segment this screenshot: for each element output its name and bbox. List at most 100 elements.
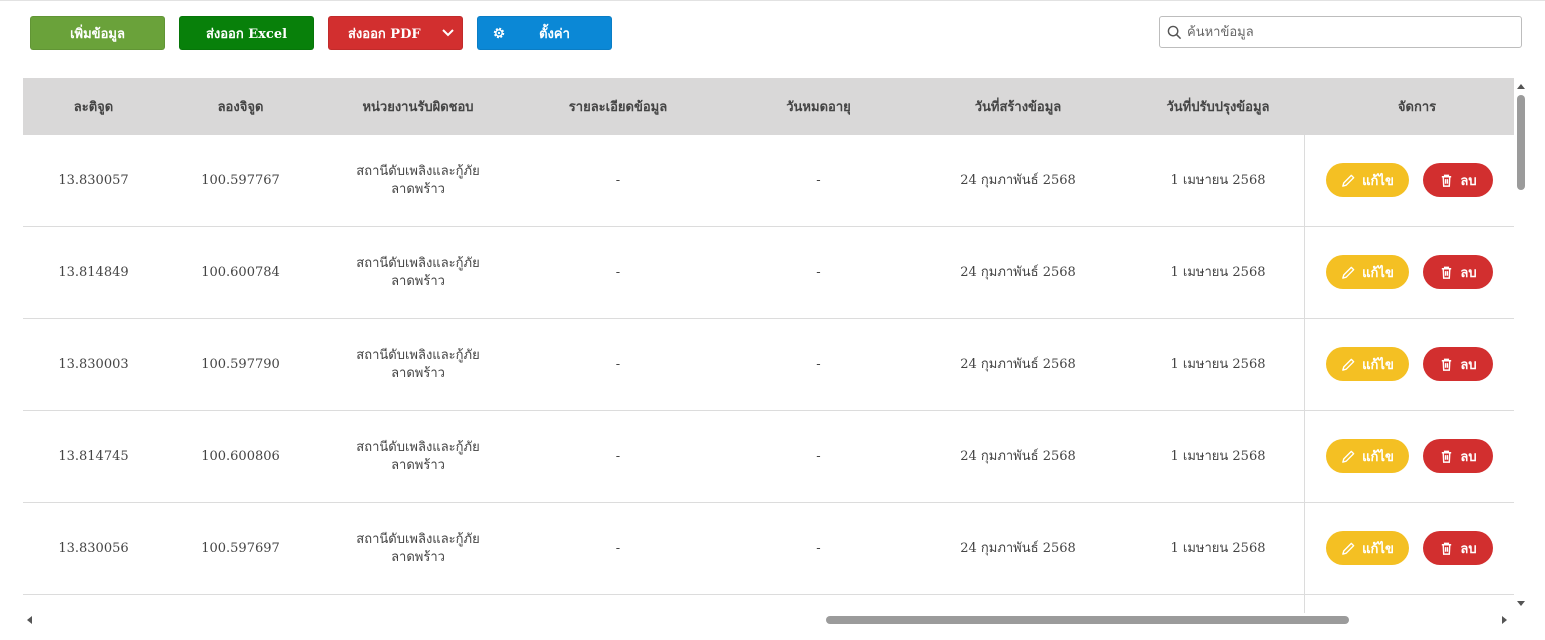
edit-button[interactable]: แก้ไข [1326,439,1409,473]
updated-date-cell: 1 เมษายน 2568 [1170,172,1266,188]
unit-line: สถานีดับเพลิงและกู้ภัย [356,255,480,271]
delete-button[interactable]: ลบ [1423,531,1493,565]
unit-line: สถานีดับเพลิงและกู้ภัย [356,163,480,179]
header-expire-date[interactable]: วันหมดอายุ [717,78,920,135]
header-longitude[interactable]: ลองจิจูด [164,78,317,135]
responsible-unit-cell: สถานีดับเพลิงและกู้ภัย ลาดพร้าว [317,411,519,502]
unit-line: ลาดพร้าว [391,181,445,197]
edit-button[interactable]: แก้ไข [1326,163,1409,197]
unit-line: ลาดพร้าว [391,457,445,473]
vertical-scrollbar[interactable] [1514,78,1528,613]
trash-icon [1442,174,1452,187]
settings-label: ตั้งค่า [539,26,570,42]
longitude-cell: 100.597790 [201,356,280,372]
delete-button[interactable]: ลบ [1423,255,1493,289]
edit-label: แก้ไข [1362,265,1394,281]
unit-line: ลาดพร้าว [391,549,445,565]
details-cell: - [615,172,621,188]
toolbar: เพิ่มข้อมูล ส่งออก Excel ส่งออก PDF ตั้ง… [0,0,1545,60]
delete-button[interactable]: ลบ [1423,439,1493,473]
table-row: 13.830056 100.597697 สถานีดับเพลิงและกู้… [23,503,1514,595]
header-latitude[interactable]: ละติจูด [23,78,164,135]
created-date-cell: 24 กุมภาพันธ์ 2568 [960,172,1076,188]
pencil-icon [1342,266,1355,279]
edit-label: แก้ไข [1362,541,1394,557]
updated-date-cell: 1 เมษายน 2568 [1170,540,1266,556]
expire-date-cell: - [816,356,821,372]
edit-button[interactable]: แก้ไข [1326,531,1409,565]
trash-icon [1442,542,1452,555]
responsible-unit-cell: สถานีดับเพลิงและกู้ภัย ลาดพร้าว [317,227,519,318]
pencil-icon [1342,358,1355,371]
add-data-button[interactable]: เพิ่มข้อมูล [30,16,165,50]
header-details[interactable]: รายละเอียดข้อมูล [519,78,717,135]
details-cell: - [615,448,621,464]
details-cell: - [615,264,621,280]
export-excel-button[interactable]: ส่งออก Excel [179,16,314,50]
search-input[interactable] [1187,19,1507,45]
delete-label: ลบ [1460,173,1477,189]
details-cell: - [615,540,621,556]
header-actions: จัดการ [1397,100,1437,115]
search-icon [1167,25,1182,40]
export-pdf-label: ส่งออก PDF [348,26,421,42]
delete-button[interactable]: ลบ [1423,163,1493,197]
export-pdf-button[interactable]: ส่งออก PDF [328,16,463,50]
created-date-cell: 24 กุมภาพันธ์ 2568 [960,540,1076,556]
vertical-scroll-thumb[interactable] [1517,95,1525,190]
longitude-cell: 100.597767 [201,172,280,188]
table-row: 13.830057 100.597767 สถานีดับเพลิงและกู้… [23,135,1514,227]
trash-icon [1442,450,1452,463]
delete-label: ลบ [1460,357,1477,373]
unit-line: ลาดพร้าว [391,273,445,289]
responsible-unit-cell: สถานีดับเพลิงและกู้ภัย ลาดพร้าว [317,319,519,410]
pencil-icon [1342,450,1355,463]
settings-button[interactable]: ตั้งค่า [477,16,612,50]
edit-button[interactable]: แก้ไข [1326,255,1409,289]
scroll-up-arrow-icon[interactable] [1517,84,1525,89]
header-updated-date[interactable]: วันที่ปรับปรุงข้อมูล [1116,78,1320,135]
search-box[interactable] [1159,16,1522,48]
edit-button[interactable]: แก้ไข [1326,347,1409,381]
table-header: ละติจูด ลองจิจูด หน่วยงานรับผิดชอบ รายละ… [23,78,1514,135]
updated-date-cell: 1 เมษายน 2568 [1170,448,1266,464]
scroll-right-arrow-icon[interactable] [1502,616,1507,624]
unit-line: ลาดพร้าว [391,365,445,381]
horizontal-scrollbar[interactable] [23,613,1514,627]
table-row: 13.830003 100.597790 สถานีดับเพลิงและกู้… [23,319,1514,411]
unit-line: สถานีดับเพลิงและกู้ภัย [356,347,480,363]
updated-date-cell: 1 เมษายน 2568 [1170,264,1266,280]
responsible-unit-cell: สถานีดับเพลิงและกู้ภัย ลาดพร้าว [317,503,519,594]
unit-line: สถานีดับเพลิงและกู้ภัย [356,439,480,455]
created-date-cell: 24 กุมภาพันธ์ 2568 [960,264,1076,280]
table-row: 13.814745 100.600806 สถานีดับเพลิงและกู้… [23,411,1514,503]
details-cell: - [615,356,621,372]
horizontal-scroll-thumb[interactable] [826,616,1349,624]
scroll-left-arrow-icon[interactable] [27,616,32,624]
header-responsible-unit[interactable]: หน่วยงานรับผิดชอบ [317,78,519,135]
chevron-down-icon[interactable] [434,17,462,49]
created-date-cell: 24 กุมภาพันธ์ 2568 [960,356,1076,372]
delete-label: ลบ [1460,265,1477,281]
pencil-icon [1342,542,1355,555]
created-date-cell: 24 กุมภาพันธ์ 2568 [960,448,1076,464]
header-created-date[interactable]: วันที่สร้างข้อมูล [920,78,1116,135]
edit-label: แก้ไข [1362,357,1394,373]
edit-label: แก้ไข [1362,173,1394,189]
latitude-cell: 13.814745 [58,448,129,464]
latitude-cell: 13.830057 [58,172,129,188]
longitude-cell: 100.597697 [201,540,280,556]
trash-icon [1442,358,1452,371]
updated-date-cell: 1 เมษายน 2568 [1170,356,1266,372]
delete-label: ลบ [1460,449,1477,465]
scroll-down-arrow-icon[interactable] [1517,601,1525,606]
longitude-cell: 100.600806 [201,448,280,464]
latitude-cell: 13.830056 [58,540,129,556]
expire-date-cell: - [816,172,821,188]
actions-column-divider [1304,135,1305,613]
responsible-unit-cell: สถานีดับเพลิงและกู้ภัย ลาดพร้าว [317,135,519,226]
latitude-cell: 13.814849 [58,264,129,280]
delete-button[interactable]: ลบ [1423,347,1493,381]
delete-label: ลบ [1460,541,1477,557]
unit-line: สถานีดับเพลิงและกู้ภัย [356,531,480,547]
